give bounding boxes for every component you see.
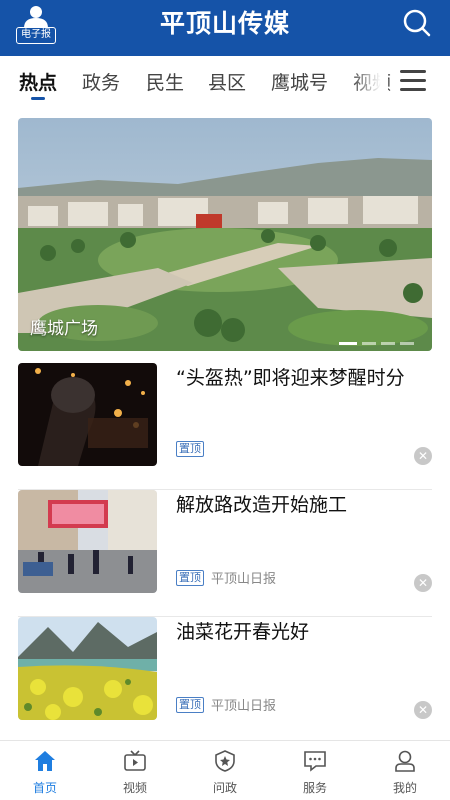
home-icon (35, 751, 55, 771)
banner-caption: 鹰城广场 (30, 319, 98, 339)
carousel-dot (381, 342, 395, 345)
nav-inquiry[interactable]: 问政 (180, 741, 270, 800)
news-title: 解放路改造开始施工 (176, 494, 348, 516)
news-title: “头盔热”即将迎来梦醒时分 (176, 367, 405, 389)
dismiss-button[interactable]: ✕ (414, 574, 432, 592)
close-icon: ✕ (417, 449, 429, 463)
search-button[interactable] (402, 8, 432, 38)
news-source: 平顶山日报 (211, 572, 277, 587)
news-thumbnail (18, 490, 157, 593)
menu-button[interactable] (400, 70, 426, 92)
news-meta: 置顶 平顶山日报 (176, 568, 276, 587)
pinned-badge: 置顶 (176, 696, 204, 713)
dismiss-button[interactable]: ✕ (414, 701, 432, 719)
category-tabs: 热点 政务 民生 县区 鹰城号 视频 (0, 56, 450, 108)
close-icon: ✕ (417, 703, 429, 717)
top-bar: 平顶山传媒 电子报 (0, 0, 450, 56)
banner-carousel[interactable]: 鹰城广场 (18, 118, 432, 351)
menu-icon (400, 70, 426, 91)
news-item[interactable]: 解放路改造开始施工 置顶 平顶山日报 ✕ (18, 490, 432, 617)
news-source: 平顶山日报 (211, 699, 277, 714)
news-item[interactable]: 油菜花开春光好 置顶 平顶山日报 ✕ (18, 617, 432, 744)
dismiss-button[interactable]: ✕ (414, 447, 432, 465)
nav-profile[interactable]: 我的 (360, 741, 450, 800)
carousel-indicator (339, 342, 414, 345)
search-icon (403, 9, 431, 37)
nav-video[interactable]: 视频 (90, 741, 180, 800)
carousel-dot (362, 342, 376, 345)
news-meta: 置顶 (176, 441, 204, 457)
tab-hot[interactable]: 热点 (19, 68, 57, 95)
nav-label: 首页 (32, 781, 57, 795)
nav-services[interactable]: 服务 (270, 741, 360, 800)
news-item[interactable]: “头盔热”即将迎来梦醒时分 置顶 ✕ (18, 363, 432, 490)
tv-icon (124, 750, 146, 771)
nav-home[interactable]: 首页 (0, 741, 90, 800)
news-thumbnail (18, 617, 157, 720)
carousel-dot (400, 342, 414, 345)
shield-star-icon (215, 750, 235, 772)
pinned-badge: 置顶 (176, 569, 204, 586)
news-meta: 置顶 平顶山日报 (176, 695, 276, 714)
tab-fade (352, 56, 388, 108)
news-title: 油菜花开春光好 (176, 621, 310, 643)
app-title: 平顶山传媒 (159, 9, 290, 38)
epaper-button[interactable]: 电子报 (16, 4, 56, 44)
user-icon (395, 750, 415, 772)
close-icon: ✕ (417, 576, 429, 590)
news-thumbnail (18, 363, 157, 466)
bottom-nav: 首页 视频 问政 服务 我的 (0, 740, 450, 800)
tab-counties[interactable]: 县区 (208, 68, 246, 95)
tab-livelihood[interactable]: 民生 (146, 68, 184, 95)
nav-label: 问政 (212, 781, 237, 795)
pinned-badge: 置顶 (176, 441, 204, 457)
nav-label: 我的 (392, 781, 417, 795)
carousel-dot (339, 342, 357, 345)
nav-label: 视频 (122, 781, 147, 795)
tab-yingcheng[interactable]: 鹰城号 (271, 68, 328, 95)
active-tab-indicator (31, 97, 45, 100)
person-icon (24, 6, 48, 28)
chat-icon (304, 751, 326, 772)
tab-government[interactable]: 政务 (82, 68, 120, 95)
epaper-label: 电子报 (16, 27, 56, 44)
nav-label: 服务 (302, 781, 327, 795)
